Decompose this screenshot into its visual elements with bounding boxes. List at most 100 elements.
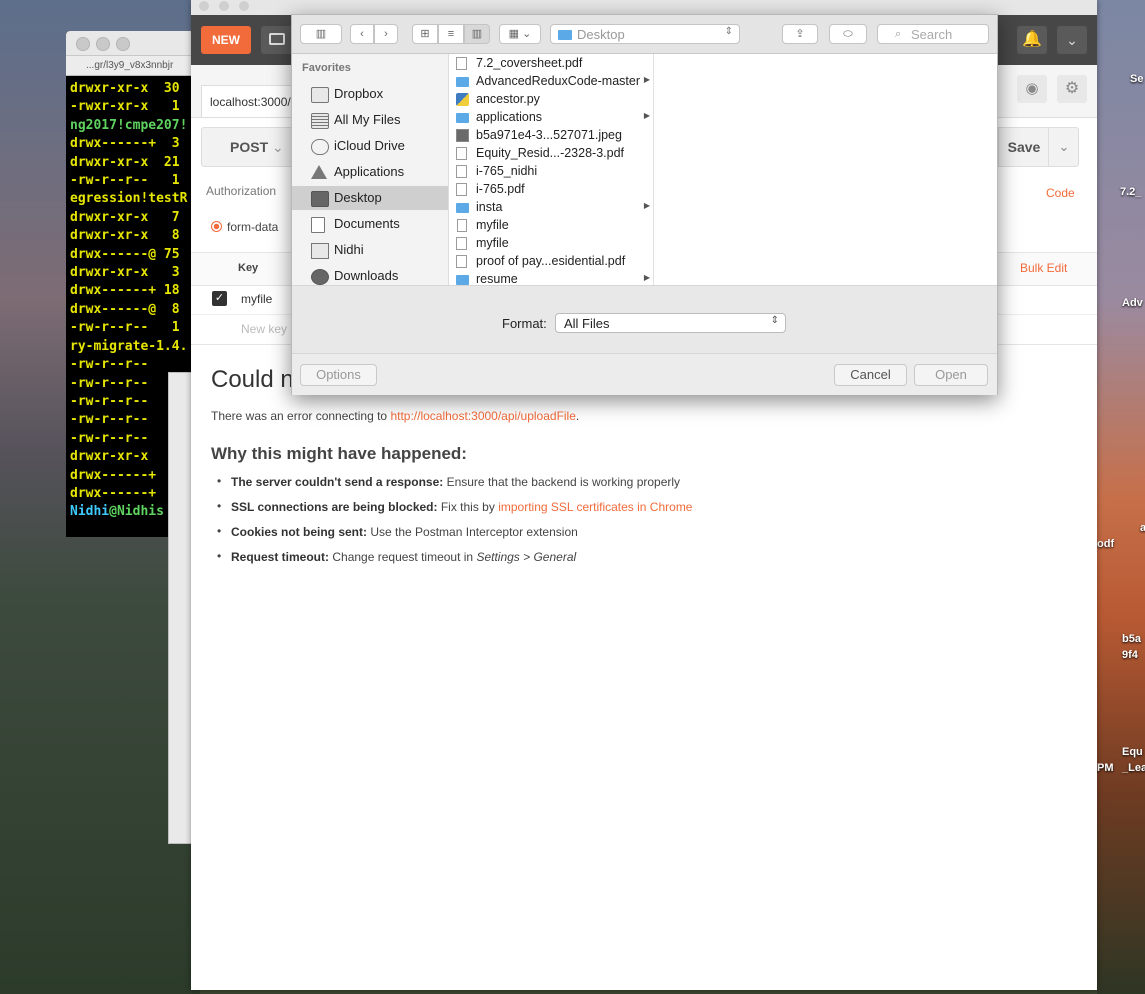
zoom-icon[interactable] <box>239 1 249 11</box>
list-view-button[interactable]: ≡ <box>438 24 464 44</box>
format-label: Format: <box>502 316 547 331</box>
settings-path: Settings > General <box>476 550 577 564</box>
file-name: resume <box>476 272 518 285</box>
bulk-edit-link[interactable]: Bulk Edit <box>1020 261 1067 275</box>
desktop-item-label[interactable]: 7.2_ <box>1120 186 1141 198</box>
terminal-line: ry-migrate-1.4. <box>70 338 188 354</box>
desktop-item-label[interactable]: odf <box>1097 538 1114 550</box>
terminal-line: -rw-r--r-- 1 <box>70 173 180 189</box>
location-popup[interactable]: Desktop ⇕ <box>550 24 740 44</box>
sidebar-item-documents[interactable]: Documents <box>292 212 448 236</box>
columns-icon: ▥ <box>471 28 483 40</box>
icon-view-button[interactable]: ⊞ <box>412 24 438 44</box>
ssl-help-link[interactable]: importing SSL certificates in Chrome <box>498 500 692 514</box>
desktop-item-label[interactable]: Adv <box>1122 297 1143 309</box>
sidebar-item-icloud-drive[interactable]: iCloud Drive <box>292 134 448 158</box>
desktop-item-label[interactable]: _Lea <box>1122 762 1145 774</box>
list-item[interactable]: myfile <box>449 234 653 252</box>
sidebar-item-all-my-files[interactable]: All My Files <box>292 108 448 132</box>
desktop-item-label[interactable]: PM <box>1097 762 1114 774</box>
close-icon[interactable] <box>199 1 209 11</box>
zoom-icon[interactable] <box>116 37 130 51</box>
location-label: Desktop <box>577 27 625 42</box>
error-url-link[interactable]: http://localhost:3000/api/uploadFile <box>390 409 575 423</box>
arrange-icon: ▦ ⌄ <box>508 28 532 40</box>
terminal-line: drwx------@ 8 <box>70 301 180 317</box>
back-button[interactable]: ‹ <box>350 24 374 44</box>
list-item[interactable]: 7.2_coversheet.pdf <box>449 54 653 72</box>
options-button[interactable]: Options <box>300 364 377 386</box>
generate-code-link[interactable]: Code <box>1046 186 1075 200</box>
terminal-line: drwxr-xr-x 7 <box>70 209 180 225</box>
list-item[interactable]: i-765_nidhi <box>449 162 653 180</box>
minimize-icon[interactable] <box>219 1 229 11</box>
sidebar-item-label: Downloads <box>334 268 399 283</box>
save-options-button[interactable]: ⌄ <box>1048 128 1079 166</box>
sidebar-toggle-button[interactable] <box>261 26 293 54</box>
format-select[interactable]: All Files ⇕ <box>555 313 786 333</box>
tab-authorization[interactable]: Authorization <box>206 184 276 198</box>
close-icon[interactable] <box>76 37 90 51</box>
search-field[interactable]: ⌕ Search <box>877 24 989 44</box>
disclosure-arrow-icon: ▶ <box>643 273 650 282</box>
sidebar-item-label: Documents <box>334 216 400 231</box>
folder-icon <box>456 113 469 123</box>
row-enabled-checkbox[interactable]: ✓ <box>212 291 227 306</box>
open-button[interactable]: Open <box>914 364 988 386</box>
forward-button[interactable]: › <box>374 24 398 44</box>
environment-quick-look-button[interactable]: ◉ <box>1017 75 1047 103</box>
list-item[interactable]: insta ▶ <box>449 198 653 216</box>
account-menu-button[interactable]: ⌄ <box>1057 26 1087 54</box>
row-key-input[interactable]: myfile <box>241 292 272 306</box>
desktop-item-label[interactable]: 9f4 <box>1122 649 1138 661</box>
list-item[interactable]: proof of pay...esidential.pdf <box>449 252 653 270</box>
notifications-button[interactable]: 🔔 <box>1017 26 1047 54</box>
terminal-line: drwxr-xr-x 8 <box>70 228 180 244</box>
tags-button[interactable]: ⬭ <box>829 24 867 44</box>
list-item[interactable]: applications ▶ <box>449 108 653 126</box>
arrange-button[interactable]: ▦ ⌄ <box>499 24 541 44</box>
desktop-item-label[interactable]: b5a <box>1122 633 1141 645</box>
favorites-sidebar: Favorites Dropbox All My Files iCloud Driv… <box>292 54 449 285</box>
file-name: proof of pay...esidential.pdf <box>476 254 626 268</box>
save-button[interactable]: Save <box>998 128 1049 166</box>
folder-icon <box>558 30 572 40</box>
new-button[interactable]: NEW <box>201 26 251 54</box>
cancel-button[interactable]: Cancel <box>834 364 907 386</box>
sidebar-item-applications[interactable]: Applications <box>292 160 448 184</box>
terminal-line: drwxr-xr-x 21 <box>70 154 180 170</box>
list-item[interactable]: i-765.pdf <box>449 180 653 198</box>
folder-icon <box>456 203 469 213</box>
list-item[interactable]: myfile <box>449 216 653 234</box>
reason-label: Request timeout: <box>231 550 330 564</box>
manage-environments-button[interactable]: ⚙ <box>1057 75 1087 103</box>
file-list: 7.2_coversheet.pdf AdvancedReduxCode-mast… <box>449 54 654 285</box>
sidebar-item-desktop[interactable]: Desktop <box>292 186 448 210</box>
method-select[interactable]: POST ⌄ <box>202 128 292 166</box>
form-data-radio[interactable]: form-data <box>211 220 278 234</box>
column-view-button[interactable]: ▥ <box>464 24 490 44</box>
list-item[interactable]: Equity_Resid...-2328-3.pdf <box>449 144 653 162</box>
format-value: All Files <box>564 316 610 331</box>
postman-titlebar[interactable] <box>191 0 1097 15</box>
list-item[interactable]: AdvancedReduxCode-master ▶ <box>449 72 653 90</box>
why-heading: Why this might have happened: <box>211 444 467 463</box>
desktop-item-label[interactable]: a <box>1140 522 1145 534</box>
terminal-titlebar[interactable] <box>66 31 196 56</box>
desktop-item-label[interactable]: Se <box>1130 73 1143 85</box>
list-item[interactable]: b5a971e4-3...527071.jpeg <box>449 126 653 144</box>
sidebar-item-nidhi[interactable]: Nidhi <box>292 238 448 262</box>
minimize-icon[interactable] <box>96 37 110 51</box>
documents-icon <box>311 217 325 233</box>
share-button[interactable]: ⇪ <box>782 24 818 44</box>
list-item[interactable]: ancestor.py <box>449 90 653 108</box>
sidebar-item-dropbox[interactable]: Dropbox <box>292 82 448 106</box>
new-key-input[interactable]: New key <box>241 322 287 336</box>
applications-icon <box>311 165 327 179</box>
list-item[interactable]: resume ▶ <box>449 270 653 285</box>
desktop-item-label[interactable]: Equ <box>1122 746 1143 758</box>
document-icon <box>457 219 467 232</box>
method-label: POST <box>230 139 269 155</box>
open-file-dialog[interactable]: ▥ ‹ › ⊞ ≡ ▥ ▦ ⌄ Desktop ⇕ ⇪ ⬭ ⌕ Search F… <box>291 14 998 395</box>
sidebar-toggle-button[interactable]: ▥ <box>300 24 342 44</box>
